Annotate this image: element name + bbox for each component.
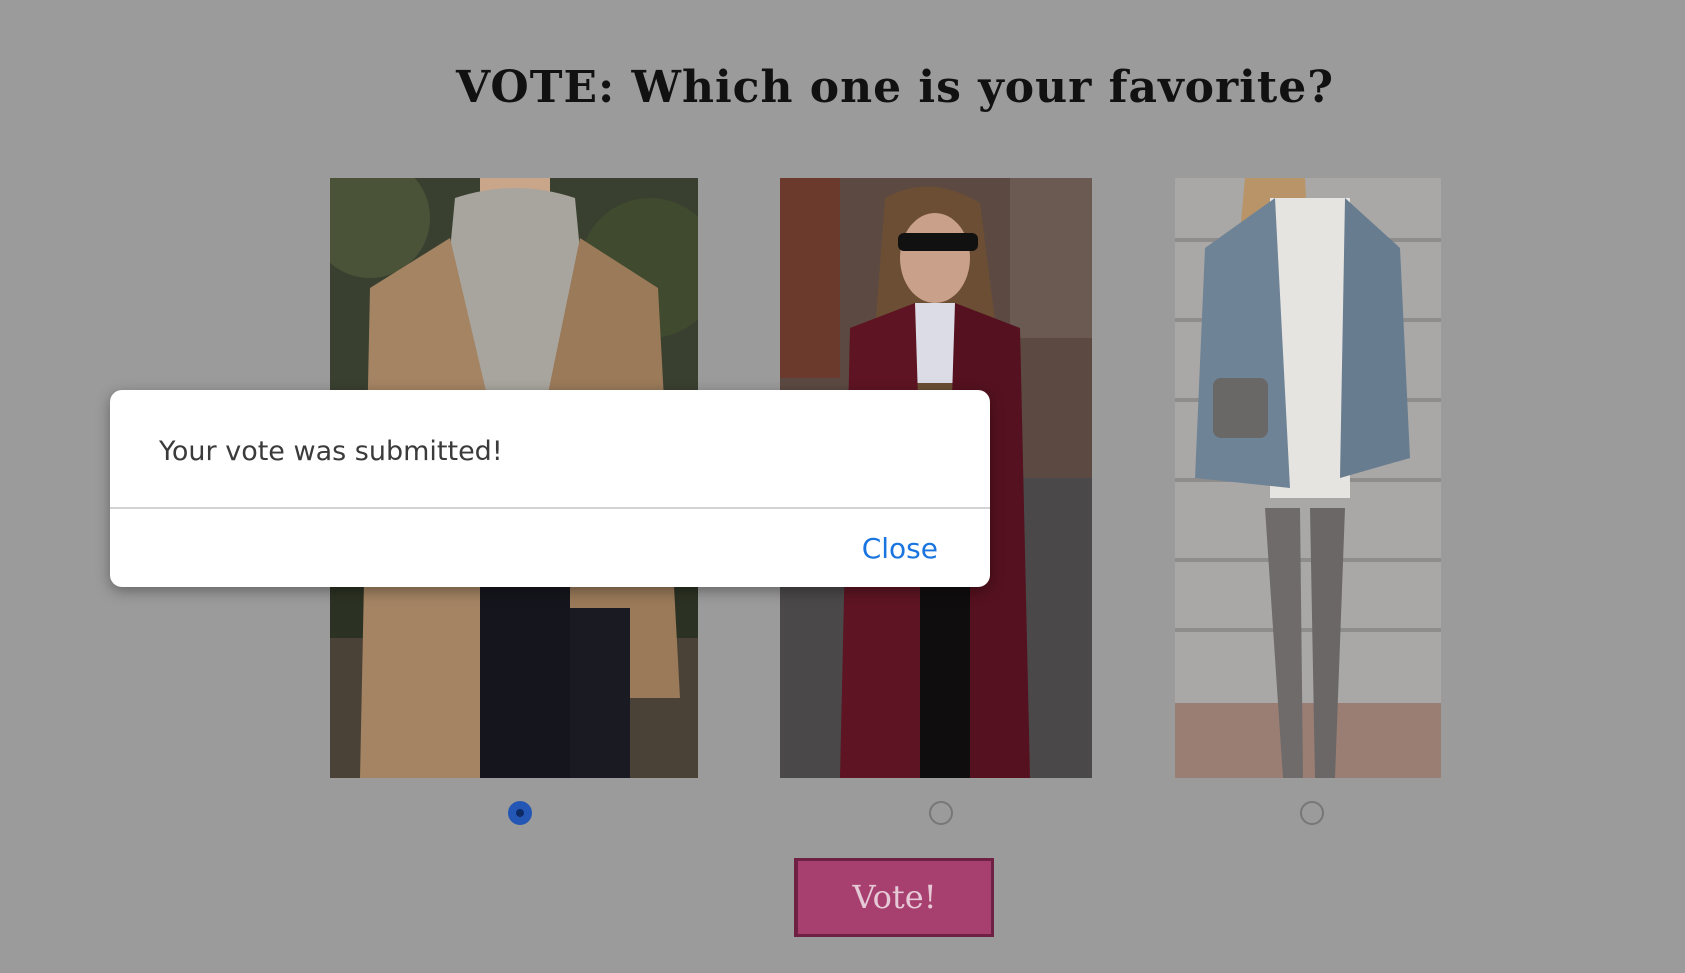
dialog-divider bbox=[110, 507, 990, 509]
vote-submitted-dialog: Your vote was submitted! Close bbox=[110, 390, 990, 587]
vote-button[interactable]: Vote! bbox=[794, 858, 994, 937]
option-3-radio[interactable] bbox=[1300, 801, 1324, 825]
page-title: VOTE: Which one is your favorite? bbox=[456, 62, 1334, 113]
outfit-photo-blue-coat[interactable] bbox=[1175, 178, 1441, 778]
option-1-radio[interactable] bbox=[508, 801, 532, 825]
option-2-radio[interactable] bbox=[929, 801, 953, 825]
close-button[interactable]: Close bbox=[862, 532, 938, 565]
outfit-image-3 bbox=[1175, 178, 1441, 778]
dialog-message: Your vote was submitted! bbox=[159, 436, 503, 467]
